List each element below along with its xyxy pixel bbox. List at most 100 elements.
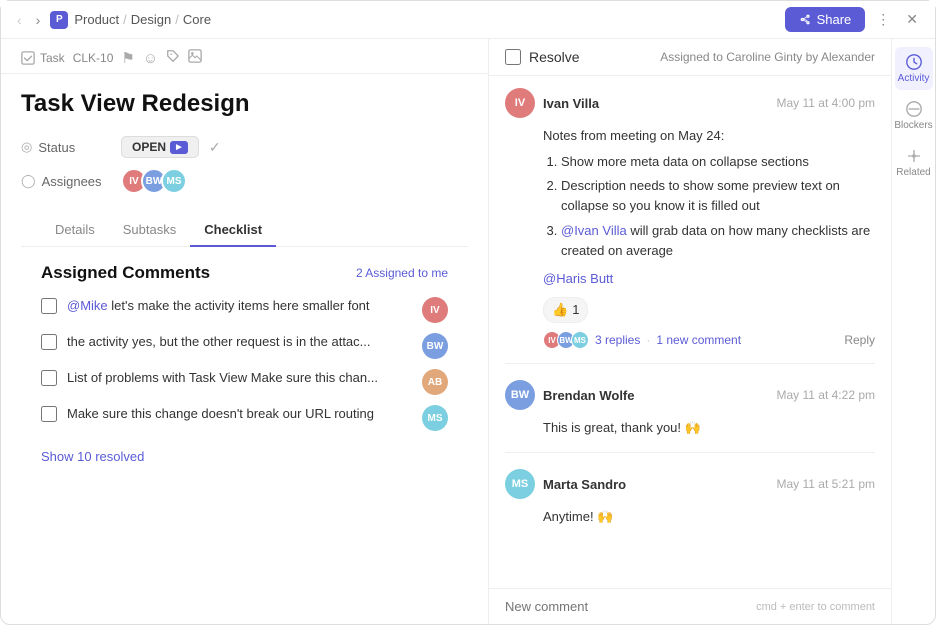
status-row: ◎ Status OPEN ► ✓	[21, 136, 468, 158]
task-type-label: Task	[21, 51, 65, 65]
list-item: the activity yes, but the other request …	[41, 333, 448, 359]
list-item: Make sure this change doesn't break our …	[41, 405, 448, 431]
commenter-avatar-1: IV	[505, 88, 535, 118]
reply-avatar-c: MS	[571, 331, 589, 349]
status-icon: ◎	[21, 139, 32, 155]
breadcrumb-product: Product	[74, 12, 119, 27]
comment-list: Show more meta data on collapse sections…	[543, 152, 875, 261]
comment-checkbox-3[interactable]	[41, 370, 57, 386]
commenter-avatar-3: MS	[505, 469, 535, 499]
comment-avatar-3: AB	[422, 369, 448, 395]
tab-subtasks[interactable]: Subtasks	[109, 214, 190, 247]
related-icon	[905, 147, 923, 165]
task-tabs: Details Subtasks Checklist	[21, 214, 468, 247]
right-sidebar: Activity Blockers Related	[891, 39, 935, 624]
reaction-emoji: 👍	[552, 300, 568, 320]
comment-text-1: @Mike let's make the activity items here…	[67, 297, 412, 315]
assignees-label: ◯ Assignees	[21, 173, 111, 189]
assignees-icon: ◯	[21, 173, 36, 189]
tab-details[interactable]: Details	[41, 214, 109, 247]
resolve-bar: Resolve Assigned to Caroline Ginty by Al…	[489, 39, 891, 76]
comments-scroll: IV Ivan Villa May 11 at 4:00 pm Notes fr…	[489, 76, 891, 588]
status-badge[interactable]: OPEN ►	[121, 136, 199, 158]
blockers-icon	[905, 100, 923, 118]
tab-checklist[interactable]: Checklist	[190, 214, 276, 247]
list-item: List of problems with Task View Make sur…	[41, 369, 448, 395]
titlebar: ‹ › P Product / Design / Core Share ⋮ ✕	[1, 1, 935, 39]
comment-block-2: BW Brendan Wolfe May 11 at 4:22 pm This …	[505, 380, 875, 453]
comment-time-2: May 11 at 4:22 pm	[777, 388, 876, 402]
comment-header-1: IV Ivan Villa May 11 at 4:00 pm	[505, 88, 875, 118]
commenter-name-1: Ivan Villa	[543, 96, 769, 111]
reaction-thumbsup[interactable]: 👍 1	[543, 297, 588, 323]
right-panel: Resolve Assigned to Caroline Ginty by Al…	[489, 39, 935, 624]
close-button[interactable]: ✕	[901, 9, 923, 30]
share-icon	[799, 13, 812, 26]
activity-label: Activity	[898, 73, 930, 84]
tag-icon[interactable]	[166, 49, 180, 67]
comment-text-3: List of problems with Task View Make sur…	[67, 369, 412, 387]
task-meta: ◎ Status OPEN ► ✓ ◯ Assignees	[21, 136, 468, 194]
breadcrumb-design: Design	[131, 12, 171, 27]
reply-button-1[interactable]: Reply	[844, 333, 875, 347]
comment-checkbox-4[interactable]	[41, 406, 57, 422]
task-id: CLK-10	[73, 51, 114, 65]
app-icon: P	[50, 11, 68, 29]
resolve-meta: Assigned to Caroline Ginty by Alexander	[660, 50, 875, 64]
show-resolved-link[interactable]: Show 10 resolved	[41, 449, 144, 464]
comment-block-1: IV Ivan Villa May 11 at 4:00 pm Notes fr…	[505, 88, 875, 364]
task-title: Task View Redesign	[21, 90, 468, 118]
status-label: ◎ Status	[21, 139, 111, 155]
left-panel: Task CLK-10 ⚑ ☺ Task View Redesign ◎ Sta…	[1, 39, 489, 624]
resolve-left: Resolve	[505, 49, 580, 65]
comment-checkbox-2[interactable]	[41, 334, 57, 350]
comment-input[interactable]	[505, 599, 756, 614]
comment-text-2: the activity yes, but the other request …	[67, 333, 412, 351]
share-button[interactable]: Share	[785, 7, 866, 32]
comment-mention-1: @Mike	[67, 298, 108, 313]
emoji-icon[interactable]: ☺	[143, 50, 158, 67]
haris-butt-tag: @Haris Butt	[543, 271, 613, 286]
resolve-checkbox[interactable]	[505, 49, 521, 65]
sidebar-activity-button[interactable]: Activity	[895, 47, 933, 90]
back-button[interactable]: ‹	[13, 10, 26, 30]
comment-body-1: Notes from meeting on May 24: Show more …	[505, 126, 875, 323]
resolve-label: Resolve	[529, 49, 580, 65]
breadcrumb-sep-2: /	[175, 12, 179, 27]
blockers-label: Blockers	[894, 120, 932, 131]
list-item-2: Description needs to show some preview t…	[561, 176, 875, 216]
assigned-count[interactable]: 2 Assigned to me	[356, 266, 448, 280]
status-confirm-icon[interactable]: ✓	[209, 139, 221, 156]
task-type-icon	[21, 51, 35, 65]
comment-shortcut: cmd + enter to comment	[756, 601, 875, 613]
comment-intro: Notes from meeting on May 24:	[543, 126, 875, 146]
sidebar-related-button[interactable]: Related	[895, 141, 933, 184]
replies-count-1[interactable]: 3 replies	[595, 333, 640, 347]
comment-body-2: This is great, thank you! 🙌	[505, 418, 875, 438]
checklist-header: Assigned Comments 2 Assigned to me	[41, 263, 448, 283]
activity-icon	[905, 53, 923, 71]
sidebar-blockers-button[interactable]: Blockers	[895, 94, 933, 137]
flag-icon[interactable]: ⚑	[121, 49, 134, 67]
activity-panel: Resolve Assigned to Caroline Ginty by Al…	[489, 39, 891, 624]
checklist-section: Assigned Comments 2 Assigned to me @Mike…	[21, 247, 468, 482]
minimize-button[interactable]: ⋮	[871, 9, 895, 30]
comment-body-3: Anytime! 🙌	[505, 507, 875, 527]
comment-text-4: Make sure this change doesn't break our …	[67, 405, 412, 423]
comment-checkbox-1[interactable]	[41, 298, 57, 314]
comment-header-2: BW Brendan Wolfe May 11 at 4:22 pm	[505, 380, 875, 410]
breadcrumb-core: Core	[183, 12, 211, 27]
commenter-name-3: Marta Sandro	[543, 477, 769, 492]
new-comment-link-1[interactable]: 1 new comment	[656, 333, 741, 347]
share-label: Share	[817, 12, 852, 27]
forward-button[interactable]: ›	[32, 10, 45, 30]
task-toolbar: Task CLK-10 ⚑ ☺	[1, 39, 488, 74]
ivan-villa-mention: @Ivan Villa	[561, 223, 627, 238]
checklist-title: Assigned Comments	[41, 263, 210, 283]
task-content-area: Task View Redesign ◎ Status OPEN ► ✓	[1, 74, 488, 624]
comment-text-marta: Anytime! 🙌	[543, 509, 613, 524]
image-icon[interactable]	[188, 49, 202, 67]
list-item-3: @Ivan Villa will grab data on how many c…	[561, 221, 875, 261]
comment-text-brendan: This is great, thank you! 🙌	[543, 420, 701, 435]
commenter-name-2: Brendan Wolfe	[543, 388, 769, 403]
